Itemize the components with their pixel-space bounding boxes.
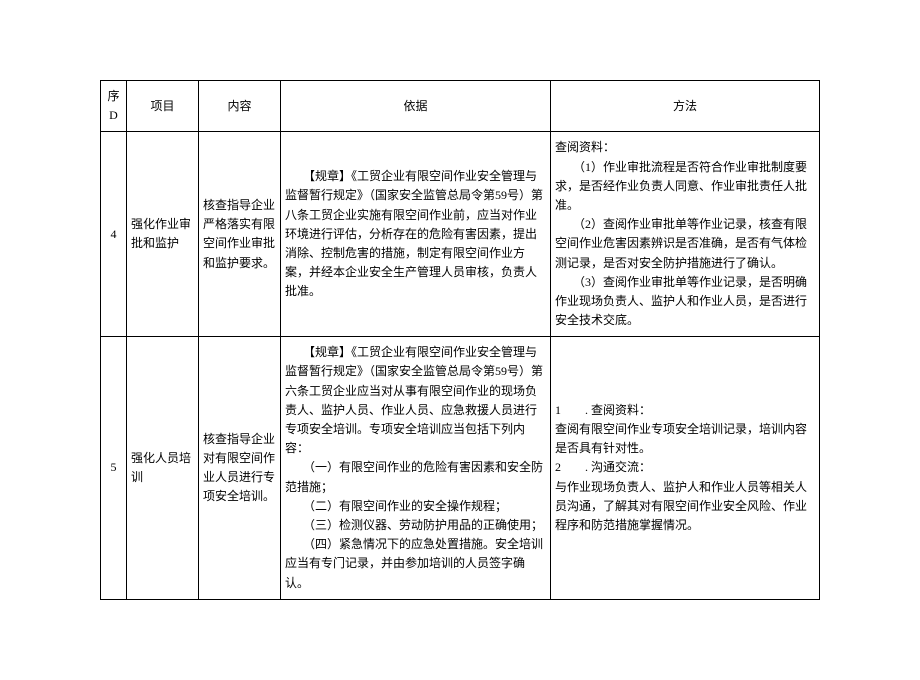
cell-content: 核查指导企业严格落实有限空间作业审批和监护要求。 <box>199 132 281 337</box>
table-row: 4 强化作业审批和监护 核查指导企业严格落实有限空间作业审批和监护要求。 【规章… <box>101 132 820 337</box>
cell-project: 强化作业审批和监护 <box>127 132 199 337</box>
cell-project: 强化人员培训 <box>127 337 199 599</box>
cell-seq: 5 <box>101 337 127 599</box>
inspection-table: 序D 项目 内容 依据 方法 4 强化作业审批和监护 核查指导企业严格落实有限空… <box>100 80 820 600</box>
header-method: 方法 <box>551 81 820 132</box>
header-seq: 序D <box>101 81 127 132</box>
header-content: 内容 <box>199 81 281 132</box>
cell-basis: 【规章】《工贸企业有限空间作业安全管理与监督暂行规定》（国家安全监管总局令第59… <box>281 132 551 337</box>
header-project: 项目 <box>127 81 199 132</box>
cell-method: 查阅资料： （1）作业审批流程是否符合作业审批制度要求，是否经作业负责人同意、作… <box>551 132 820 337</box>
table-header-row: 序D 项目 内容 依据 方法 <box>101 81 820 132</box>
table-row: 5 强化人员培训 核查指导企业对有限空间作业人员进行专项安全培训。 【规章】《工… <box>101 337 820 599</box>
header-basis: 依据 <box>281 81 551 132</box>
cell-content: 核查指导企业对有限空间作业人员进行专项安全培训。 <box>199 337 281 599</box>
cell-basis: 【规章】《工贸企业有限空间作业安全管理与监督暂行规定》（国家安全监管总局令第59… <box>281 337 551 599</box>
cell-method: 1 . 查阅资料：查阅有限空间作业专项安全培训记录，培训内容是否具有针对性。2 … <box>551 337 820 599</box>
cell-seq: 4 <box>101 132 127 337</box>
